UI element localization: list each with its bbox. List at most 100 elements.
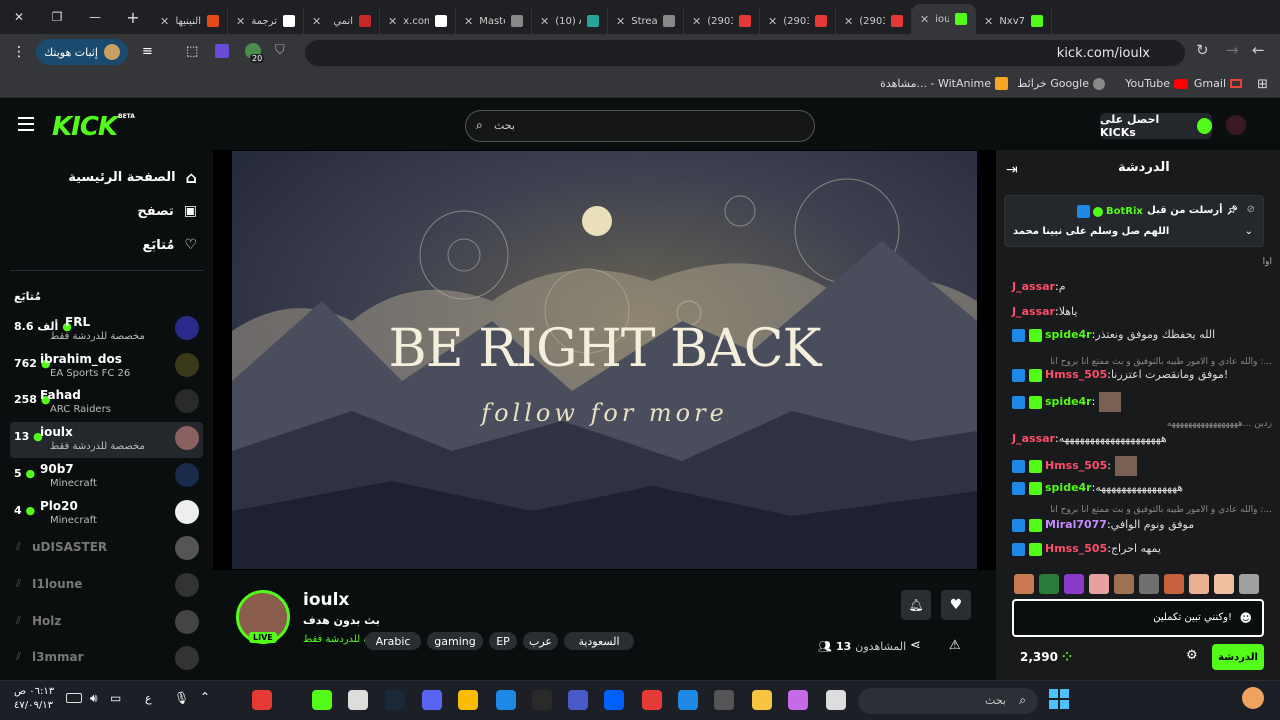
chat-username[interactable]: Miral7077 (1045, 518, 1107, 531)
bookmark-witanime[interactable]: مشاهدة... - WitAnime (880, 77, 1008, 90)
sidebar-channel-i1loune[interactable]: ⫽ I1loune (10, 569, 203, 605)
collapse-chat-icon[interactable]: ⇥ (1006, 162, 1018, 178)
emote-icon[interactable] (1014, 574, 1034, 594)
browser-tab[interactable]: ✕ Stream (608, 8, 684, 34)
browser-tab[interactable]: ✕ Nxv7 (976, 8, 1052, 34)
sidebar-channel-udisaster[interactable]: ⫽ uDISASTER (10, 532, 203, 568)
chat-input[interactable]: وكنني تبين تكملين! ☻ (1012, 599, 1264, 637)
browser-tab[interactable]: ✕ انمي (304, 8, 380, 34)
chat-message[interactable]: J_assar: ياهلا (1012, 305, 1077, 318)
chrome-icon[interactable] (458, 690, 478, 710)
nav-home[interactable]: الصفحة الرئيسية ⌂ (0, 162, 213, 192)
edge-icon[interactable] (496, 690, 516, 710)
chat-message[interactable]: ردين ...هههههههههههههههههه (1167, 416, 1272, 429)
close-tab-icon[interactable]: ✕ (160, 15, 169, 28)
emote-icon[interactable] (1114, 574, 1134, 594)
stream-tag[interactable]: EP (489, 632, 517, 650)
chat-message[interactable]: spide4r: ههههههههههههههههه (1012, 481, 1183, 495)
emote-icon[interactable] (1039, 574, 1059, 594)
stream-tag[interactable]: السعودية (564, 632, 634, 650)
apps-icon[interactable]: ⊞ (1257, 77, 1268, 92)
search-input[interactable]: ⌕ بحث (465, 110, 815, 142)
get-kicks-button[interactable]: احصل على KICKs (1100, 113, 1212, 139)
hamburger-menu-icon[interactable] (18, 117, 34, 131)
taskview-icon[interactable] (826, 690, 846, 710)
emote-icon[interactable] (1164, 574, 1184, 594)
chat-username[interactable]: J_assar (1012, 432, 1055, 445)
bookmark-gmail[interactable]: Gmail (1194, 77, 1242, 90)
sidebar-channel-holz[interactable]: ⫽ Holz (10, 606, 203, 642)
teams-icon[interactable] (312, 690, 332, 710)
minimize-window-icon[interactable]: — (76, 0, 114, 34)
sidebar-channel-90b7[interactable]: 5 ● 90b7 Minecraft (10, 459, 203, 495)
mail-icon[interactable] (678, 690, 698, 710)
share-icon[interactable]: ⋖ (910, 638, 921, 653)
send-chat-button[interactable]: الدردشة (1212, 644, 1264, 670)
notify-button[interactable]: 🔔︎ (901, 590, 931, 620)
chat-message[interactable]: Hmss_505: (1012, 456, 1137, 476)
chat-settings-icon[interactable]: ⚙ (1186, 648, 1198, 663)
close-tab-icon[interactable]: ✕ (464, 15, 473, 28)
close-tab-icon[interactable]: ✕ (540, 15, 549, 28)
user-avatar[interactable] (1226, 115, 1246, 135)
forward-icon[interactable]: → (1226, 41, 1239, 59)
bookmark-youtube[interactable]: YouTube (1125, 77, 1188, 90)
extension-icon[interactable] (215, 44, 229, 58)
nav-browse[interactable]: تصفح ▣ (0, 196, 213, 226)
pinned-message[interactable]: أرسلت من قبل 📌︎ BotRix ⊘ اللهم صل وسلم ع… (1004, 195, 1264, 247)
steam-icon[interactable] (385, 690, 405, 710)
shield-icon[interactable]: ⛉ (275, 43, 285, 58)
emote-icon[interactable] (1064, 574, 1084, 594)
close-tab-icon[interactable]: ✕ (844, 15, 853, 28)
emote-icon[interactable] (1189, 574, 1209, 594)
close-tab-icon[interactable]: ✕ (388, 15, 397, 28)
sidebar-channel-ioulx[interactable]: 13 ● ioulx مخصصة للدردشة فقط (10, 422, 203, 459)
taskbar-search[interactable]: بحث ⌕ (858, 688, 1038, 714)
chat-username[interactable]: Hmss_505 (1045, 542, 1107, 555)
emote-icon[interactable] (1139, 574, 1159, 594)
nav-following[interactable]: مُتابَع ♡ (0, 230, 213, 260)
copilot-icon[interactable] (1242, 687, 1264, 709)
start-icon[interactable] (1049, 689, 1069, 709)
sidebar-channel-frl[interactable]: 8.6 ألف ● FRL مخصصة للدردشة فقط (10, 312, 203, 348)
back-icon[interactable]: ← (1252, 41, 1265, 59)
app-icon[interactable] (642, 690, 662, 710)
bookmark-maps[interactable]: خرائط Google (1017, 77, 1105, 90)
channel-name[interactable]: ioulx (303, 590, 349, 610)
maximize-window-icon[interactable]: ❐ (38, 0, 76, 34)
close-tab-icon[interactable]: ✕ (312, 15, 321, 28)
url-bar[interactable] (305, 40, 1185, 66)
microphone-icon[interactable]: 🎙︎ (174, 691, 189, 705)
chat-username[interactable]: Hmss_505 (1045, 368, 1107, 381)
chat-message[interactable]: اوا (1263, 254, 1272, 267)
sidebar-channel-fahad[interactable]: 258 ● Fahad ARC Raiders (10, 385, 203, 421)
browser-tab[interactable]: ✕ (2903) (836, 8, 912, 34)
browser-tab[interactable]: ✕ ترجمة (228, 8, 304, 34)
chat-username[interactable]: Hmss_505 (1045, 459, 1107, 472)
reload-icon[interactable]: ↻ (1196, 41, 1209, 59)
discord-icon[interactable] (422, 690, 442, 710)
tray-overflow-icon[interactable]: ⌃ (200, 690, 210, 704)
chat-message[interactable]: Hmss_505: موفق ومانقصرت اعتزرنا! (1012, 368, 1228, 382)
chat-message[interactable]: spide4r: (1012, 392, 1122, 412)
report-icon[interactable]: ⚠ (949, 638, 961, 653)
emoji-icon[interactable]: ☻ (1239, 611, 1252, 625)
browser-tab[interactable]: ✕ (10) A (532, 8, 608, 34)
browser-tab[interactable]: ✕ x.com (380, 8, 456, 34)
chat-message[interactable]: Hmss_505: يمهه احراج (1012, 542, 1161, 556)
extensions-icon[interactable]: ⬚ (186, 44, 198, 59)
chat-message[interactable]: J_assar: ههههههههههههههههههههه (1012, 432, 1167, 445)
more-menu-icon[interactable]: ⋮ (12, 44, 26, 60)
points-display[interactable]: 2,390 ⁘ (1020, 650, 1072, 664)
browser-tab[interactable]: ✕ Maste (456, 8, 532, 34)
close-tab-icon[interactable]: ✕ (236, 15, 245, 28)
davinci-icon[interactable] (348, 690, 368, 710)
chat-message[interactable]: Miral7077: موفق ونوم الوافي (1012, 518, 1194, 532)
stream-tag[interactable]: عرب (523, 632, 558, 650)
language-indicator[interactable]: ع (145, 692, 152, 705)
epic-games-icon[interactable] (532, 690, 552, 710)
chat-username[interactable]: spide4r (1045, 328, 1092, 341)
sidebar-channel-ibrahim_dos[interactable]: 762 ● ibrahim_dos EA Sports FC 26 (10, 349, 203, 385)
copilot-app-icon[interactable] (788, 690, 808, 710)
emote-icon[interactable] (1214, 574, 1234, 594)
